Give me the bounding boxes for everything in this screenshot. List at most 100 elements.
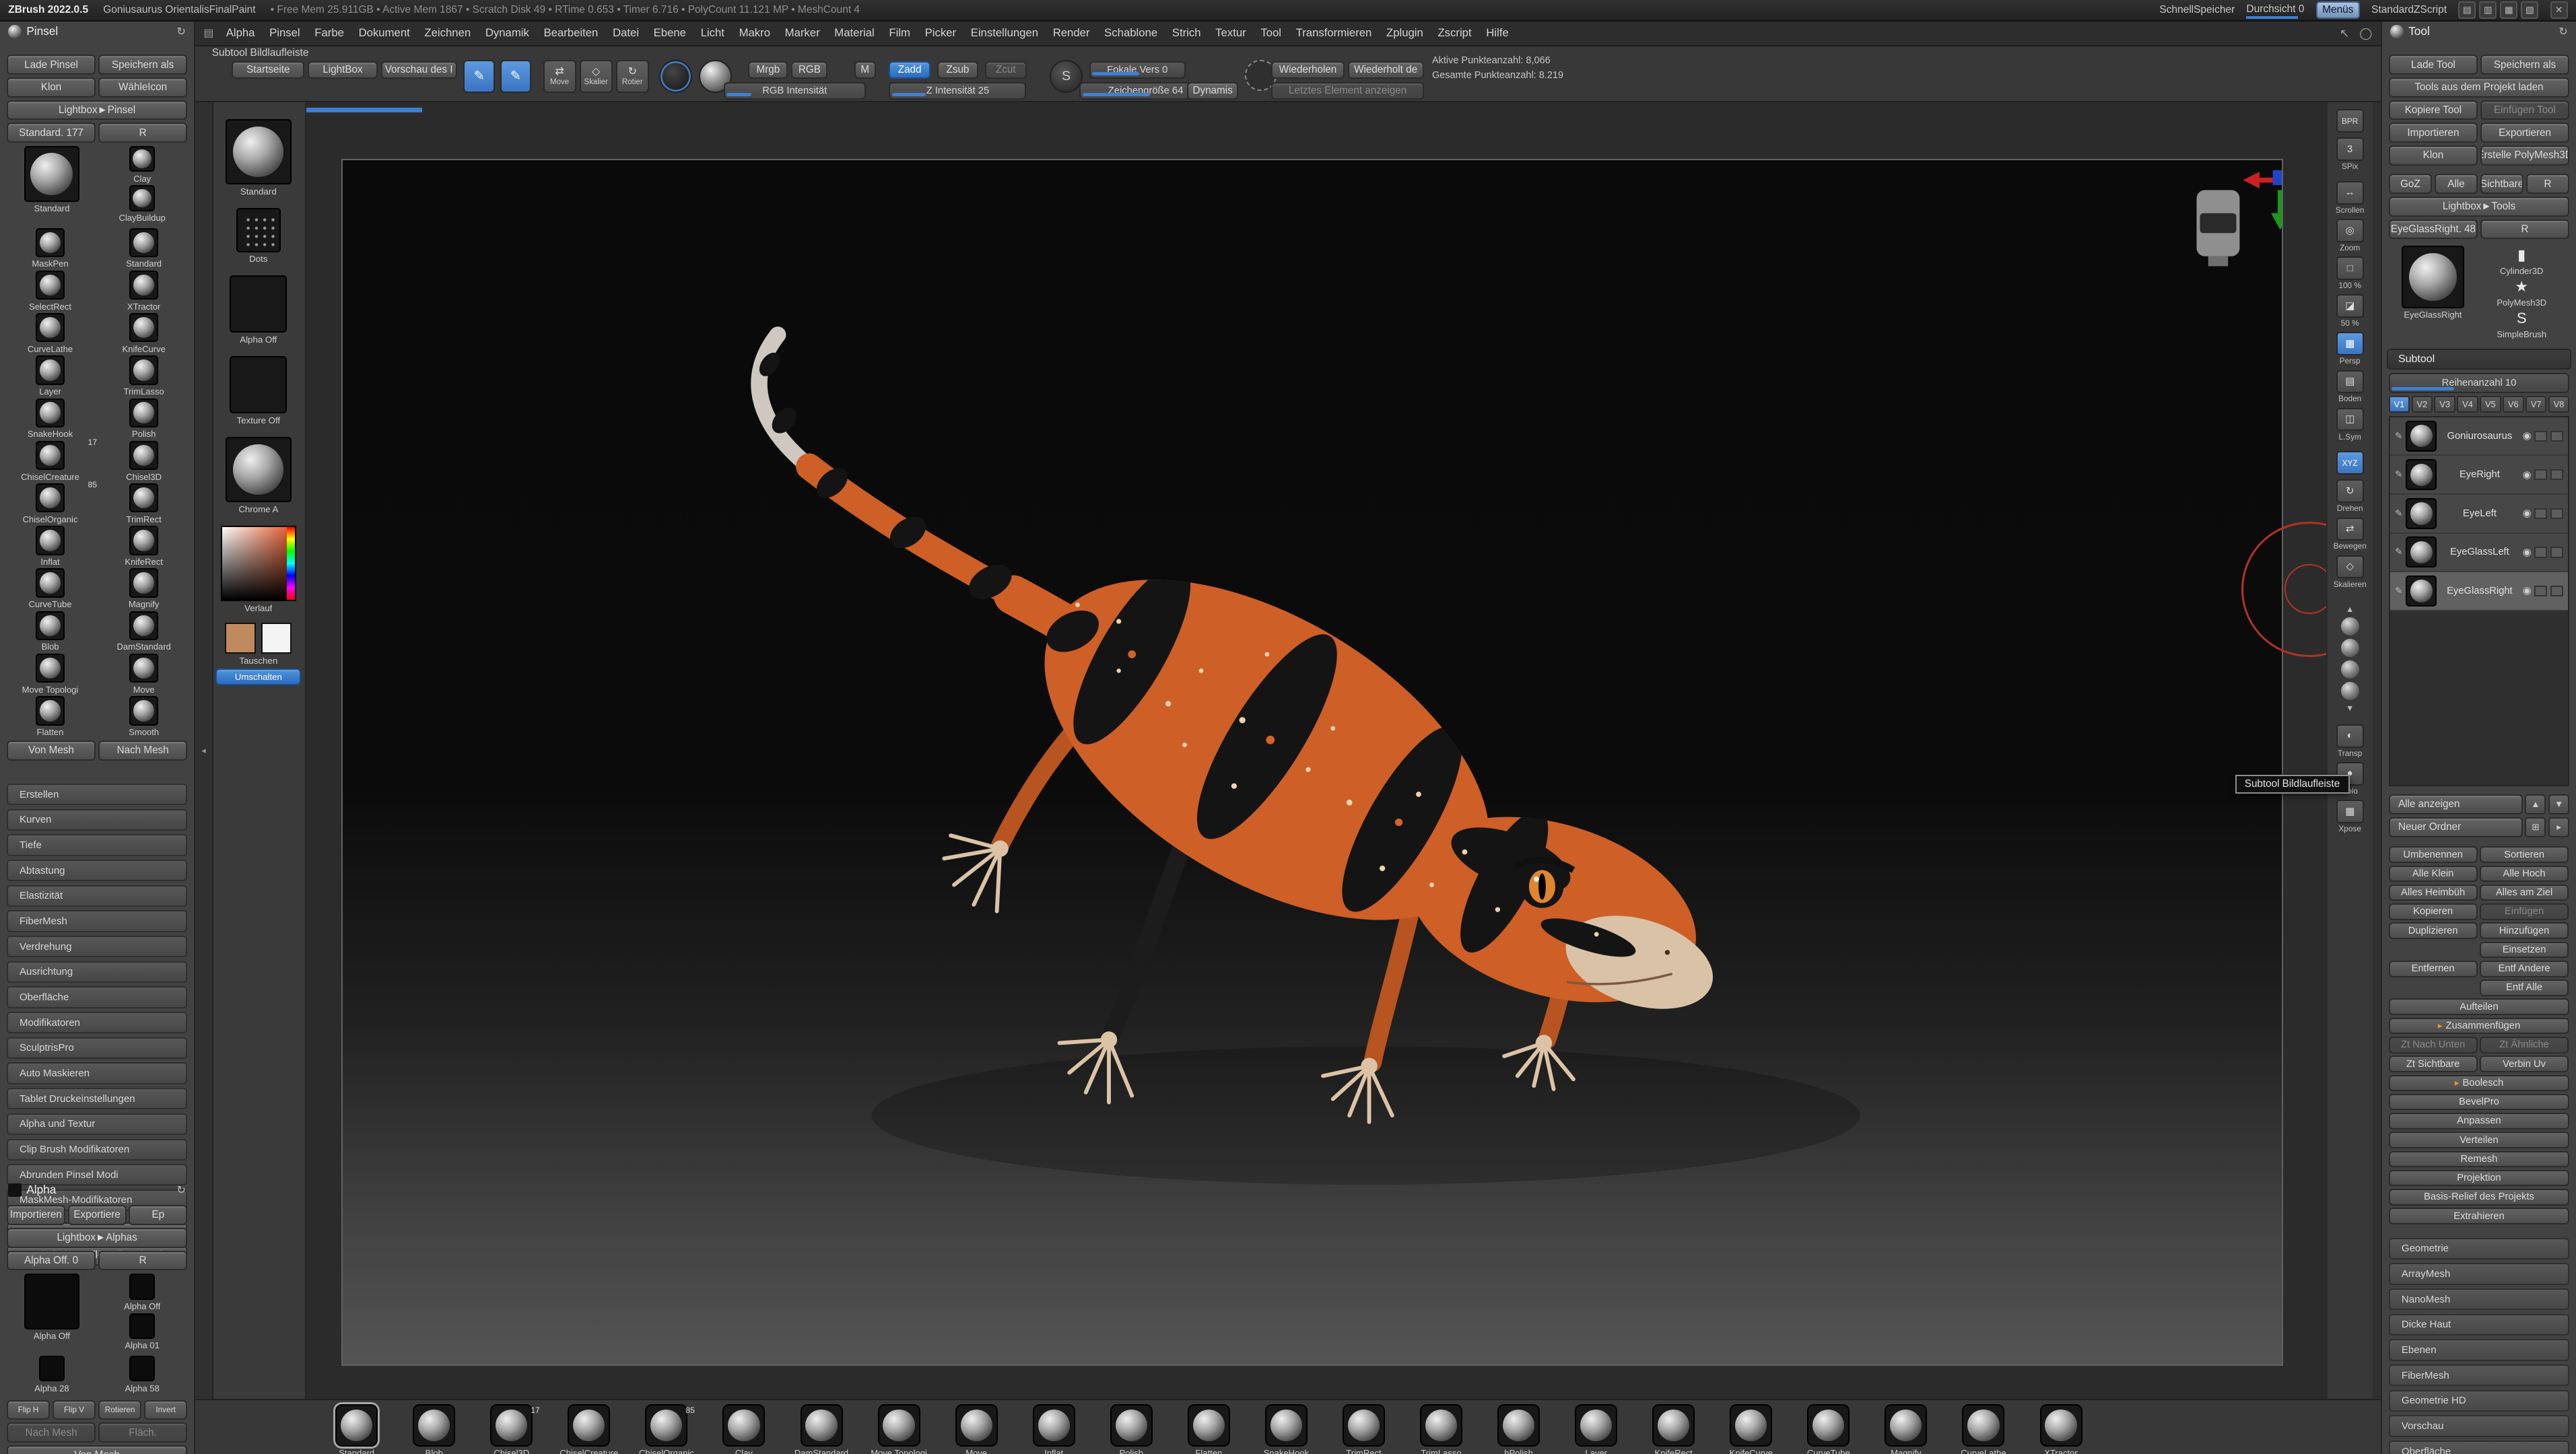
bottom-brush-thumb[interactable]: CurveLathe — [1944, 1404, 2022, 1454]
bottom-brush-thumb[interactable]: KnifeCurve — [1712, 1404, 1790, 1454]
subtool-scroll-thumb[interactable] — [2340, 638, 2359, 657]
brush-thumb[interactable]: Move — [97, 652, 191, 695]
subtool-flag[interactable] — [2534, 547, 2548, 558]
menu-item[interactable]: Dokument — [351, 26, 417, 40]
subtool-action-button[interactable]: Extrahieren — [2388, 1208, 2570, 1224]
subtool-view-tab[interactable]: V1 — [2388, 396, 2410, 413]
bottom-brush-thumb[interactable]: Move Topologi — [860, 1404, 938, 1454]
brush-section-row[interactable]: SculptrisPro — [6, 1037, 188, 1060]
menu-item[interactable]: Datei — [605, 26, 646, 40]
subtool-action-button[interactable]: BevelPro — [2388, 1093, 2570, 1111]
subtool-row[interactable]: ✎ EyeRight ◉ — [2389, 456, 2569, 495]
bottom-brush-thumb[interactable]: Flatten — [1170, 1404, 1248, 1454]
tool-section-row[interactable]: Ebenen — [2388, 1339, 2570, 1361]
brush-thumb[interactable]: Flatten — [3, 695, 97, 737]
brush-section-row[interactable]: Oberfläche — [6, 986, 188, 1008]
left-dock-divider[interactable]: ◂ — [195, 102, 213, 1399]
brush-thumb[interactable]: XTractor — [97, 269, 191, 312]
tool-section-row[interactable]: Geometrie HD — [2388, 1389, 2570, 1412]
bottom-brush-thumb[interactable]: Magnify — [1867, 1404, 1944, 1454]
subtool-flag[interactable] — [2550, 547, 2563, 558]
color-picker[interactable] — [220, 525, 296, 602]
rgb-toggle[interactable]: RGB — [791, 61, 828, 79]
menu-item[interactable]: Pinsel — [262, 26, 307, 40]
switch-color-button[interactable]: Umschalten — [215, 668, 302, 686]
goz-all-button[interactable]: Alle — [2434, 174, 2478, 194]
menu-item[interactable]: Farbe — [307, 26, 351, 40]
export-tool-button[interactable]: Exportieren — [2480, 123, 2570, 143]
menu-item[interactable]: Ebene — [646, 26, 693, 40]
menu-item[interactable]: Marker — [778, 26, 827, 40]
texture-selector[interactable] — [230, 356, 287, 414]
brush-thumb[interactable]: Clay — [129, 146, 156, 184]
shelf-tool-button[interactable]: ▦ Xpose — [2336, 800, 2364, 833]
zscript-button[interactable]: StandardZScript — [2371, 4, 2447, 16]
subtool-action-button[interactable]: Zusammenfügen — [2388, 1017, 2570, 1035]
brush-thumb[interactable]: Layer — [3, 354, 97, 396]
subtool-row[interactable]: ✎ EyeLeft ◉ — [2389, 495, 2569, 534]
brush-section-row[interactable]: Clip Brush Modifikatoren — [6, 1138, 188, 1161]
brush-thumb[interactable]: 85 ChiselOrganic — [3, 480, 97, 524]
menu-item[interactable]: Licht — [693, 26, 732, 40]
close-icon[interactable]: ✕ — [2550, 1, 2568, 20]
tool-palette-header[interactable]: Tool ↻ — [2382, 22, 2576, 42]
brush-section-row[interactable]: Kurven — [6, 808, 188, 831]
show-all-button[interactable]: Alle anzeigen — [2388, 794, 2523, 815]
brush-thumb[interactable]: KnifeCurve — [97, 312, 191, 354]
lightbox-button[interactable]: LightBox — [308, 61, 378, 79]
tool-restore-button[interactable]: R — [2480, 219, 2570, 240]
shelf-tool-button[interactable]: ▦ Persp — [2334, 332, 2367, 366]
subtool-thumb[interactable] — [2406, 536, 2437, 568]
tool-section-row[interactable]: NanoMesh — [2388, 1288, 2570, 1311]
subtool-view-tab[interactable]: V6 — [2503, 396, 2524, 413]
subtool-action-button[interactable]: Zt Sichtbare — [2388, 1055, 2478, 1072]
subtool-action-button[interactable]: Projektion — [2388, 1169, 2570, 1187]
recent-tool-thumb[interactable]: ▮ Cylinder3D — [2476, 246, 2568, 276]
subtool-action-button[interactable]: Entf Andere — [2480, 960, 2569, 977]
subtool-action-button[interactable]: Alle Klein — [2388, 865, 2478, 882]
brush-section-row[interactable]: Verdrehung — [6, 936, 188, 958]
current-brush-selector[interactable] — [226, 119, 292, 185]
menu-item[interactable]: Strich — [1165, 26, 1208, 40]
brush-section-row[interactable]: Modifikatoren — [6, 1012, 188, 1034]
subtool-row[interactable]: ✎ EyeGlassLeft ◉ — [2389, 533, 2569, 573]
bottom-brush-thumb[interactable]: TrimLasso — [1402, 1404, 1480, 1454]
subtool-action-button[interactable]: Einsetzen — [2480, 941, 2569, 959]
subtool-scrollbar[interactable]: ▲ ▼ — [2340, 604, 2359, 713]
move-down-icon[interactable]: ▼ — [2548, 794, 2570, 815]
mrgb-toggle[interactable]: Mrgb — [748, 61, 788, 79]
move-up-icon[interactable]: ▲ — [2525, 794, 2546, 815]
menu-item[interactable]: Zeichnen — [417, 26, 478, 40]
brush-thumb[interactable]: DamStandard — [97, 609, 191, 652]
lazy-stroke-circle[interactable]: S — [1049, 59, 1083, 93]
alpha-to-mesh-button[interactable]: Nach Mesh — [6, 1422, 96, 1443]
shelf-tool-button[interactable]: □ 100 % — [2334, 256, 2367, 290]
subtool-flag[interactable] — [2534, 469, 2548, 481]
alpha-palette-header[interactable]: Alpha ↻ — [0, 1180, 194, 1200]
alpha-from-mesh-button[interactable]: Von Mesh — [6, 1445, 188, 1454]
copy-tool-button[interactable]: Kopiere Tool — [2388, 100, 2478, 120]
subtool-scroll-thumb[interactable] — [2340, 681, 2359, 700]
subtool-row[interactable]: ✎ Goniurosaurus ◉ — [2389, 417, 2569, 456]
edit-mode-button[interactable]: ✎ — [463, 59, 496, 93]
menu-item[interactable]: Zscript — [1431, 26, 1479, 40]
brush-thumb[interactable]: SnakeHook — [3, 396, 97, 439]
secondary-color-swatch[interactable] — [261, 623, 292, 654]
menu-item[interactable]: Transformieren — [1289, 26, 1379, 40]
right-dock-divider[interactable] — [2372, 102, 2381, 1399]
bottom-brush-thumb[interactable]: Polish — [1093, 1404, 1170, 1454]
brush-thumb[interactable]: Move Topologi — [3, 652, 97, 695]
m-toggle[interactable]: M — [854, 61, 876, 79]
subtool-action-button[interactable]: Alles Heimbüh — [2388, 884, 2478, 901]
document-area[interactable] — [341, 159, 2283, 1366]
rows-count-slider[interactable]: Reihenanzahl 10 — [2388, 373, 2570, 394]
visibility-eye-icon[interactable]: ◉ — [2523, 430, 2532, 442]
subtool-row[interactable]: ✎ EyeGlassRight ◉ — [2389, 572, 2569, 611]
preview-button[interactable]: Vorschau des I — [380, 61, 457, 79]
brush-thumb[interactable]: 17 ChiselCreature — [3, 438, 97, 482]
brush-thumb[interactable]: CurveTube — [3, 567, 97, 609]
subtool-view-tab[interactable]: V2 — [2411, 396, 2433, 413]
current-tool-thumb[interactable]: EyeGlassRight — [2390, 246, 2476, 339]
bottom-brush-thumb[interactable]: Standard — [318, 1404, 395, 1454]
brush-section-row[interactable]: Tiefe — [6, 834, 188, 856]
